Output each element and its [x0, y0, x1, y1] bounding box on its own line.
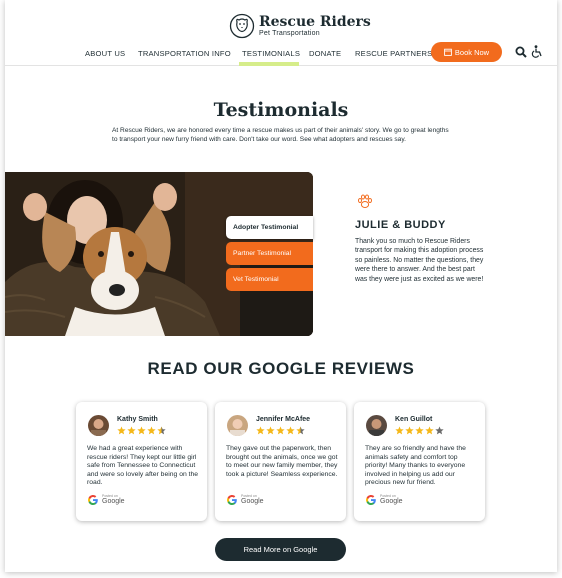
- review-card: Kathy Smith We had a great experience wi…: [76, 402, 207, 521]
- avatar: [88, 415, 109, 436]
- google-badge: Posted on Google: [87, 494, 125, 506]
- empty-star-icon: [435, 426, 444, 435]
- reviewer-name: Jennifer McAfee: [256, 416, 311, 423]
- page: Rescue Riders Pet Transportation ABOUT U…: [5, 0, 557, 572]
- half-star-icon: [157, 426, 166, 435]
- star-icon: [256, 426, 265, 435]
- nav-testimonials[interactable]: TESTIMONIALS: [242, 49, 300, 58]
- avatar: [227, 415, 248, 436]
- star-icon: [147, 426, 156, 435]
- tab-partner-testimonial[interactable]: Partner Testimonial: [226, 242, 313, 265]
- star-icon: [266, 426, 275, 435]
- star-rating: [395, 426, 444, 435]
- nav-transportation-info[interactable]: TRANSPORTATION INFO: [138, 49, 231, 58]
- google-reviews-title: READ OUR GOOGLE REVIEWS: [147, 359, 415, 378]
- search-icon[interactable]: [515, 46, 527, 58]
- avatar: [366, 415, 387, 436]
- star-icon: [127, 426, 136, 435]
- brand-logo[interactable]: Rescue Riders Pet Transportation: [229, 13, 371, 39]
- site-header: Rescue Riders Pet Transportation ABOUT U…: [5, 0, 557, 66]
- review-card: Jennifer McAfee They gave out the paperw…: [215, 402, 346, 521]
- tab-adopter-testimonial[interactable]: Adopter Testimonial: [226, 216, 313, 239]
- tab-vet-testimonial[interactable]: Vet Testimonial: [226, 268, 313, 291]
- review-text: They gave out the paperwork, then brough…: [226, 445, 338, 478]
- logo-dog-icon: [229, 13, 255, 39]
- book-now-button[interactable]: Book Now: [431, 42, 502, 62]
- active-nav-indicator: [239, 62, 299, 66]
- google-icon: [227, 495, 237, 505]
- testimonials-intro: At Rescue Riders, we are honored every t…: [112, 127, 449, 143]
- star-icon: [137, 426, 146, 435]
- review-card: Ken Guillot They are so friendly and hav…: [354, 402, 485, 521]
- nav-donate[interactable]: DONATE: [309, 49, 341, 58]
- book-now-label: Book Now: [454, 47, 490, 57]
- star-icon: [415, 426, 424, 435]
- google-icon: [88, 495, 98, 505]
- read-more-google-button[interactable]: Read More on Google: [215, 538, 346, 561]
- review-text: We had a great experience with rescue ri…: [87, 445, 199, 487]
- reviewer-name: Kathy Smith: [117, 416, 158, 423]
- testimonial-author: JULIE & BUDDY: [355, 219, 446, 231]
- testimonials-title: Testimonials: [213, 99, 349, 121]
- google-badge: Posted on Google: [226, 494, 264, 506]
- star-icon: [425, 426, 434, 435]
- star-icon: [286, 426, 295, 435]
- review-text: They are so friendly and have the animal…: [365, 445, 466, 487]
- star-icon: [395, 426, 404, 435]
- testimonial-tabs: Adopter Testimonial Partner Testimonial …: [226, 216, 313, 294]
- reviewer-name: Ken Guillot: [395, 416, 433, 423]
- review-source: Google: [380, 498, 403, 505]
- testimonial-quote: Thank you so much to Rescue Riders trans…: [355, 238, 484, 283]
- review-source: Google: [102, 498, 125, 505]
- google-badge: Posted on Google: [365, 494, 403, 506]
- half-star-icon: [296, 426, 305, 435]
- star-icon: [276, 426, 285, 435]
- paw-icon: [358, 194, 372, 208]
- nav-about-us[interactable]: ABOUT US: [85, 49, 125, 58]
- calendar-icon: [444, 48, 452, 56]
- brand-tagline: Pet Transportation: [259, 29, 320, 37]
- star-icon: [405, 426, 414, 435]
- nav-rescue-partners[interactable]: RESCUE PARTNERS: [355, 49, 432, 58]
- accessibility-icon[interactable]: [531, 45, 543, 58]
- review-source: Google: [241, 498, 264, 505]
- star-icon: [117, 426, 126, 435]
- star-rating: [117, 426, 166, 435]
- star-rating: [256, 426, 305, 435]
- google-icon: [366, 495, 376, 505]
- brand-name: Rescue Riders: [259, 13, 371, 30]
